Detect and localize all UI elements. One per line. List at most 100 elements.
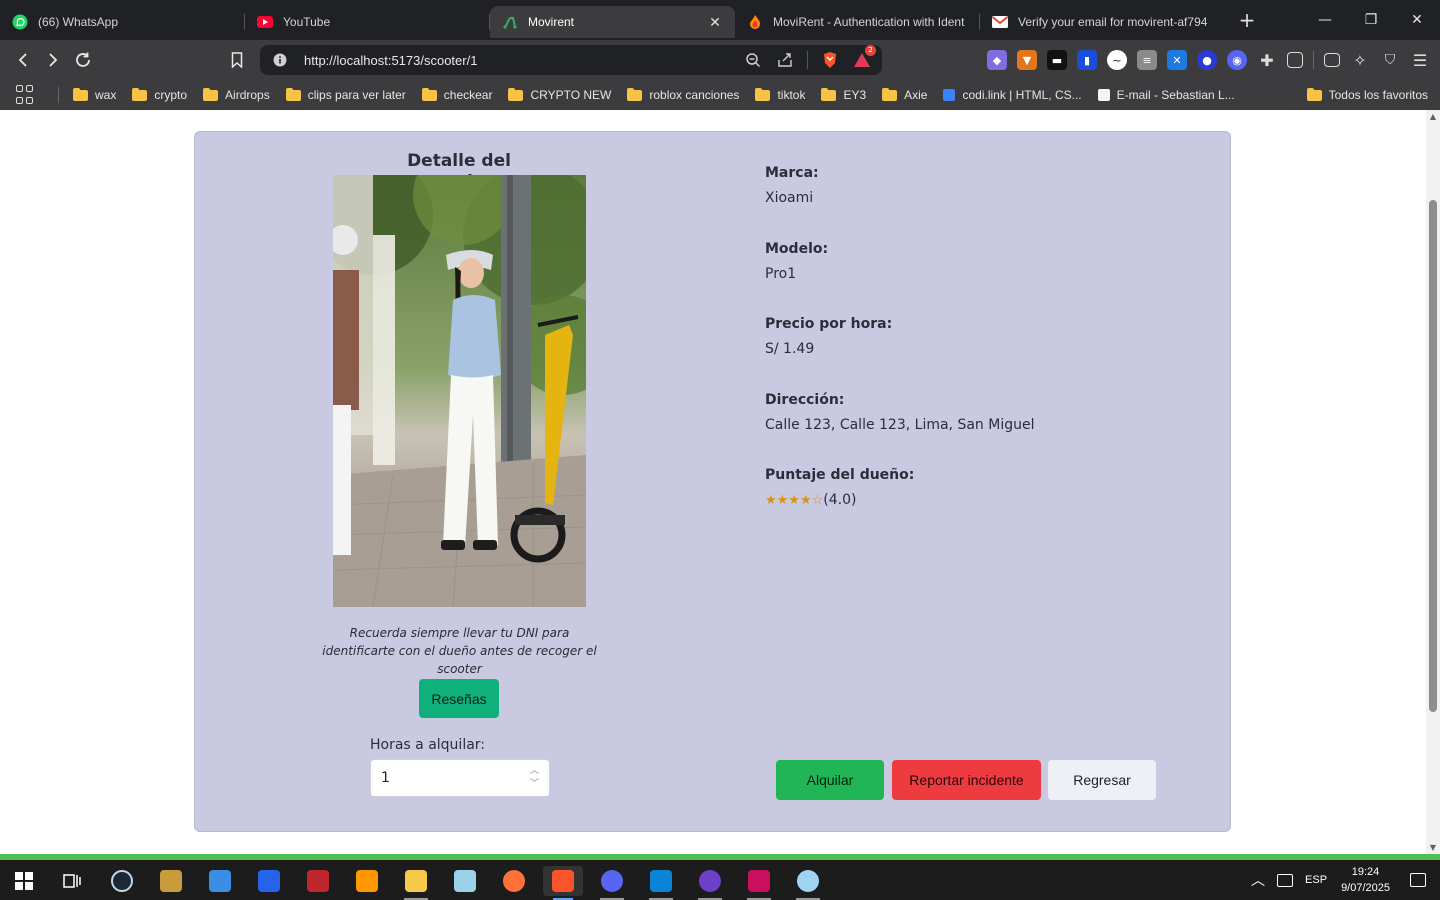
extension-discord-icon[interactable]: ◉ xyxy=(1227,50,1247,70)
chevron-up-icon[interactable]: ︿ xyxy=(1251,870,1265,890)
all-bookmarks-folder[interactable]: Todos los favoritos xyxy=(1306,87,1428,102)
bookmark-item[interactable]: wax xyxy=(73,87,116,102)
hours-input-value: 1 xyxy=(381,770,390,786)
notepad-icon[interactable] xyxy=(445,866,485,896)
tab-gmail[interactable]: Verify your email for movirent-af794 xyxy=(980,6,1225,38)
tab-title: MoviRent - Authentication with Ident xyxy=(773,15,965,29)
bookmark-icon[interactable] xyxy=(222,45,252,75)
hours-spinner[interactable]: ︿ ﹀ xyxy=(530,765,539,791)
firefox-icon[interactable] xyxy=(494,866,534,896)
metamask-icon[interactable]: ▼ xyxy=(1017,50,1037,70)
extensions-puzzle-icon[interactable]: ✚ xyxy=(1257,50,1277,70)
vscode-icon[interactable] xyxy=(641,866,681,900)
reload-icon[interactable] xyxy=(68,45,98,75)
bookmark-item[interactable]: codi.link | HTML, CS... xyxy=(943,88,1082,102)
menu-icon[interactable]: ☰ xyxy=(1410,50,1430,70)
zoom-out-icon[interactable] xyxy=(743,50,763,70)
windows-start-icon[interactable] xyxy=(4,866,44,896)
steam-icon[interactable] xyxy=(102,866,142,896)
model-value: Pro1 xyxy=(765,266,797,282)
bookmark-item[interactable]: CRYPTO NEW xyxy=(508,87,611,102)
scroll-up-icon[interactable]: ▲ xyxy=(1428,112,1438,122)
owner-rating-field: Puntaje del dueño: ★★★★☆(4.0) xyxy=(765,467,914,508)
new-tab-button[interactable]: + xyxy=(1233,6,1261,34)
remote-desktop-icon[interactable] xyxy=(200,866,240,896)
tab-movirent[interactable]: Movirent ✕ xyxy=(490,6,735,38)
scrollbar-thumb[interactable] xyxy=(1429,200,1437,712)
brand-field: Marca: Xioami xyxy=(765,165,819,206)
extension-stack-icon[interactable]: ≡ xyxy=(1137,50,1157,70)
tab-whatsapp[interactable]: (66) WhatsApp xyxy=(0,6,245,38)
app-icon[interactable] xyxy=(298,866,338,896)
back-arrow-icon[interactable] xyxy=(8,45,38,75)
bookmark-item[interactable]: roblox canciones xyxy=(627,87,739,102)
discord-icon[interactable] xyxy=(592,866,632,900)
apps-grid-icon[interactable] xyxy=(16,85,36,105)
brave-icon[interactable] xyxy=(543,866,583,900)
tab-title: Movirent xyxy=(528,15,575,29)
extension-orb-icon[interactable]: ● xyxy=(1197,50,1217,70)
store-icon[interactable] xyxy=(249,866,289,896)
bookmark-item[interactable]: clips para ver later xyxy=(285,87,406,102)
tab-title: (66) WhatsApp xyxy=(38,15,119,29)
folder-icon xyxy=(627,87,643,101)
wallet-icon[interactable] xyxy=(1324,53,1340,67)
paint-icon[interactable] xyxy=(788,866,828,900)
bookmark-item[interactable]: Axie xyxy=(882,87,927,102)
address-bar[interactable]: http://localhost:5173/scooter/1 2 xyxy=(260,45,882,75)
report-incident-button[interactable]: Reportar incidente xyxy=(892,760,1041,800)
share-icon[interactable] xyxy=(775,50,795,70)
close-icon[interactable]: ✕ xyxy=(707,14,723,30)
vpn-shield-icon[interactable]: ⛉ xyxy=(1380,50,1400,70)
github-desktop-icon[interactable] xyxy=(690,866,730,900)
folder-icon xyxy=(132,87,148,101)
firebase-icon xyxy=(747,14,763,30)
clock-date: 9/07/2025 xyxy=(1341,882,1390,894)
task-view-icon[interactable] xyxy=(52,866,92,896)
close-window-icon[interactable]: ✕ xyxy=(1394,0,1440,40)
page-scrollbar[interactable]: ▲ ▼ xyxy=(1426,110,1440,855)
extension-x-icon[interactable]: ✕ xyxy=(1167,50,1187,70)
bookmark-item[interactable]: tiktok xyxy=(755,87,805,102)
leo-ai-icon[interactable]: ✧ xyxy=(1350,50,1370,70)
minimize-icon[interactable]: — xyxy=(1302,0,1348,40)
extension-blue-icon[interactable]: ▮ xyxy=(1077,50,1097,70)
tab-firebase[interactable]: MoviRent - Authentication with Ident xyxy=(735,6,980,38)
scroll-down-icon[interactable]: ▼ xyxy=(1428,843,1438,853)
back-button[interactable]: Regresar xyxy=(1048,760,1156,800)
restore-icon[interactable]: ❐ xyxy=(1348,0,1394,40)
whatsapp-icon xyxy=(12,14,28,30)
sublime-text-icon[interactable] xyxy=(347,866,387,896)
bookmark-item[interactable]: crypto xyxy=(132,87,187,102)
folder-icon xyxy=(285,87,301,101)
bookmark-item[interactable]: checkear xyxy=(421,87,492,102)
file-explorer-icon[interactable] xyxy=(396,866,436,900)
rent-button[interactable]: Alquilar xyxy=(776,760,884,800)
notifications-icon[interactable] xyxy=(1410,873,1426,887)
extension-ghost-icon[interactable]: ◆ xyxy=(987,50,1007,70)
address-label: Dirección: xyxy=(765,392,845,408)
site-info-icon[interactable] xyxy=(270,50,290,70)
address-field: Dirección: Calle 123, Calle 123, Lima, S… xyxy=(765,392,1034,433)
rider-icon[interactable] xyxy=(739,866,779,900)
bookmark-item[interactable]: EY3 xyxy=(821,87,866,102)
url-text[interactable]: http://localhost:5173/scooter/1 xyxy=(304,53,743,68)
brave-rewards-icon[interactable]: 2 xyxy=(852,45,876,70)
extension-dark-icon[interactable]: ▬ xyxy=(1047,50,1067,70)
tab-youtube[interactable]: YouTube xyxy=(245,6,490,38)
language-indicator[interactable]: ESP xyxy=(1305,874,1327,886)
league-icon[interactable] xyxy=(151,866,191,896)
bookmark-item[interactable]: E-mail - Sebastian L... xyxy=(1097,88,1235,102)
reviews-button[interactable]: Reseñas xyxy=(419,679,499,718)
chevron-up-icon[interactable]: ︿ xyxy=(530,765,539,778)
chevron-down-icon[interactable]: ﹀ xyxy=(530,778,539,791)
hours-input[interactable]: 1 ︿ ﹀ xyxy=(370,759,550,797)
forward-arrow-icon[interactable] xyxy=(38,45,68,75)
bookmark-item[interactable]: Airdrops xyxy=(203,87,270,102)
browser-tab-strip: (66) WhatsApp YouTube Movirent ✕ MoviRen… xyxy=(0,0,1440,40)
clock[interactable]: 19:24 9/07/2025 xyxy=(1341,864,1390,896)
extension-wave-icon[interactable]: ~ xyxy=(1107,50,1127,70)
brave-shields-icon[interactable] xyxy=(820,50,840,70)
network-icon[interactable] xyxy=(1277,873,1294,887)
reader-icon[interactable] xyxy=(1287,52,1303,68)
